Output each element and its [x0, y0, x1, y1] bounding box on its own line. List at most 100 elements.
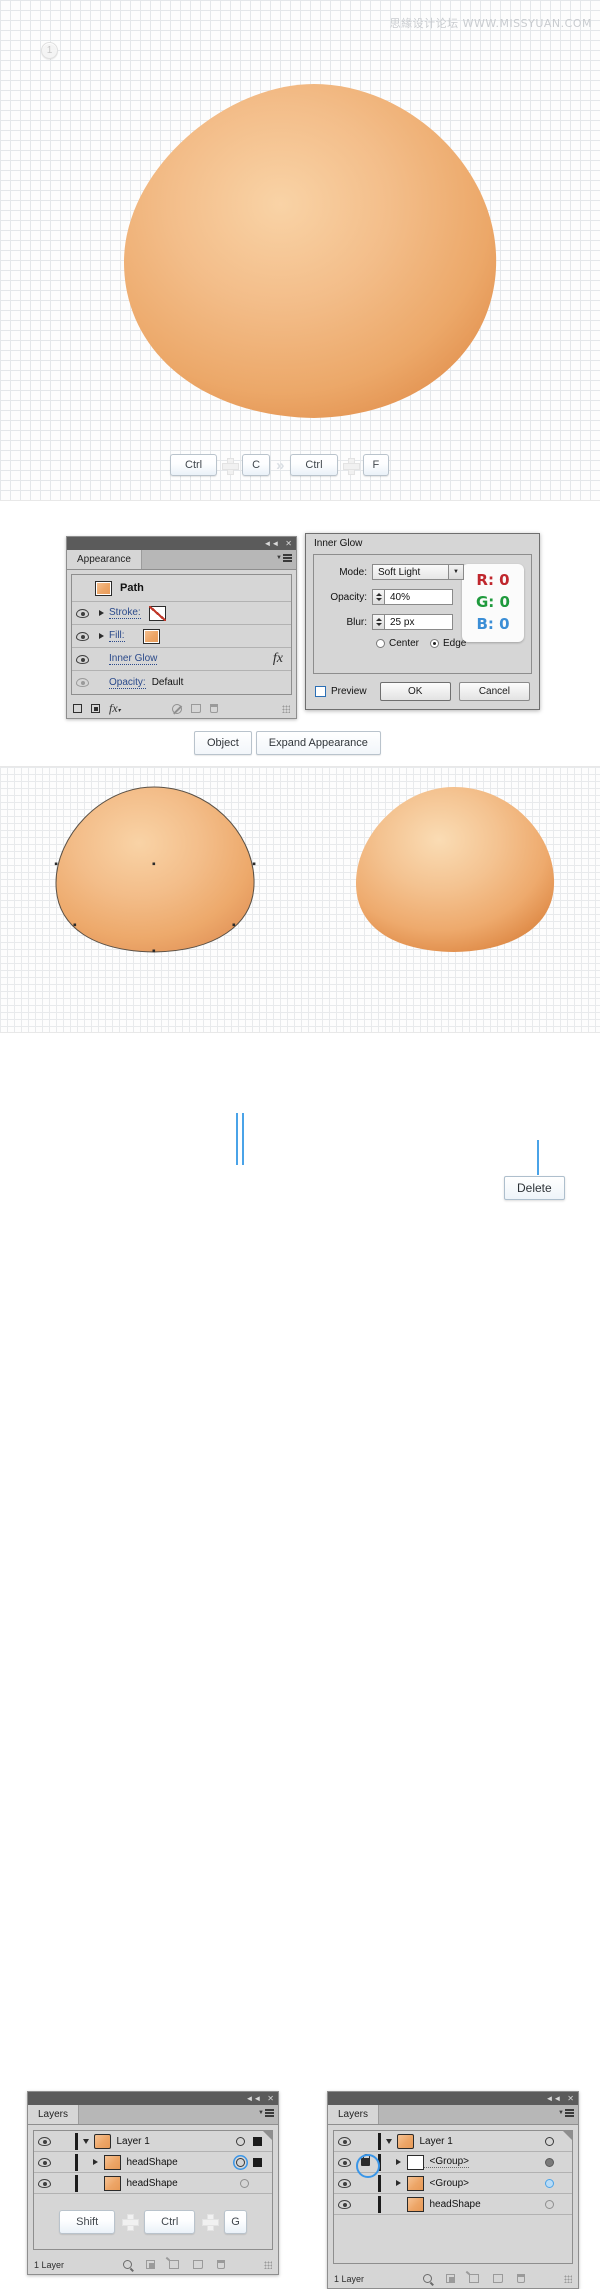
- layer-name[interactable]: Layer 1: [414, 2136, 453, 2147]
- new-layer-icon[interactable]: [493, 2274, 504, 2283]
- delete-tooltip-button[interactable]: Delete: [504, 1176, 565, 1200]
- menu-expand-appearance-button[interactable]: Expand Appearance: [255, 731, 381, 755]
- target-indicator[interactable]: [540, 2157, 558, 2167]
- visibility-toggle[interactable]: [334, 2178, 355, 2188]
- new-layer-icon[interactable]: [193, 2260, 204, 2269]
- key-g[interactable]: G: [224, 2209, 247, 2234]
- layer-name[interactable]: headShape: [424, 2199, 481, 2210]
- ok-button[interactable]: OK: [379, 682, 451, 701]
- stroke-swatch-none[interactable]: [148, 605, 166, 621]
- layer-row[interactable]: headShape: [34, 2173, 272, 2194]
- layer-name[interactable]: headShape: [121, 2178, 178, 2189]
- tab-appearance[interactable]: Appearance: [67, 550, 142, 569]
- resize-grip-icon[interactable]: [264, 2260, 272, 2269]
- layer-name[interactable]: <Group>: [424, 2178, 469, 2189]
- layer-name[interactable]: <Group>: [423, 2156, 469, 2168]
- menu-object-button[interactable]: Object: [194, 731, 252, 755]
- appearance-row-fill[interactable]: Fill:: [72, 625, 291, 648]
- collapse-double-arrow-icon[interactable]: ◄◄: [263, 539, 279, 548]
- preview-checkbox[interactable]: Preview: [315, 686, 367, 697]
- add-effect-fx-icon[interactable]: fx▾: [109, 701, 121, 716]
- appearance-row-label[interactable]: Opacity:: [109, 677, 146, 689]
- visibility-toggle[interactable]: [34, 2178, 55, 2188]
- target-indicator[interactable]: [540, 2178, 558, 2188]
- opacity-input[interactable]: 40%: [385, 589, 453, 605]
- close-icon[interactable]: ✕: [267, 2094, 274, 2103]
- key-shift[interactable]: Shift: [59, 2209, 116, 2234]
- layer-name[interactable]: Layer 1: [111, 2136, 150, 2147]
- visibility-toggle[interactable]: [72, 654, 93, 664]
- radio-center[interactable]: Center: [376, 638, 419, 649]
- collapse-double-arrow-icon[interactable]: ◄◄: [545, 2094, 561, 2103]
- panel-menu-button[interactable]: ▼: [276, 554, 292, 562]
- layer-row[interactable]: headShape: [34, 2152, 272, 2173]
- expand-arrow[interactable]: [88, 2159, 104, 2165]
- close-icon[interactable]: ✕: [285, 539, 292, 548]
- visibility-toggle[interactable]: [34, 2157, 55, 2167]
- target-indicator[interactable]: [231, 2157, 249, 2167]
- fx-icon[interactable]: fx: [273, 651, 291, 667]
- key-ctrl-2[interactable]: Ctrl: [290, 454, 338, 476]
- appearance-row-inner-glow[interactable]: Inner Glow fx: [72, 648, 291, 671]
- add-new-stroke-icon[interactable]: [73, 704, 82, 713]
- target-indicator[interactable]: [235, 2178, 253, 2188]
- duplicate-item-icon[interactable]: [190, 704, 201, 713]
- key-c[interactable]: C: [242, 454, 271, 476]
- collapse-double-arrow-icon[interactable]: ◄◄: [245, 2094, 261, 2103]
- visibility-toggle[interactable]: [334, 2199, 355, 2209]
- tab-layers[interactable]: Layers: [328, 2105, 380, 2124]
- appearance-row-label[interactable]: Stroke:: [109, 607, 141, 619]
- key-ctrl-3[interactable]: Ctrl: [144, 2209, 196, 2234]
- appearance-row-label[interactable]: Inner Glow: [109, 653, 158, 665]
- trash-icon[interactable]: [217, 2260, 226, 2269]
- layer-row[interactable]: Layer 1: [334, 2131, 572, 2152]
- locate-object-icon[interactable]: [423, 2274, 433, 2283]
- cancel-button[interactable]: Cancel: [458, 682, 530, 701]
- visibility-toggle[interactable]: [72, 608, 93, 618]
- visibility-toggle[interactable]: [34, 2136, 55, 2146]
- layer-row[interactable]: <Group>: [334, 2173, 572, 2194]
- blur-stepper[interactable]: [372, 614, 385, 630]
- resize-grip-icon[interactable]: [282, 704, 290, 713]
- lock-toggle[interactable]: [355, 2154, 380, 2178]
- expand-arrow[interactable]: [93, 633, 109, 639]
- layer-row[interactable]: Layer 1: [34, 2131, 272, 2152]
- visibility-toggle[interactable]: [72, 678, 93, 687]
- resize-grip-icon[interactable]: [564, 2274, 572, 2283]
- tab-layers[interactable]: Layers: [28, 2105, 80, 2124]
- appearance-row-stroke[interactable]: Stroke:: [72, 602, 291, 625]
- expand-arrow[interactable]: [93, 610, 109, 616]
- layer-name[interactable]: headShape: [121, 2157, 178, 2168]
- trash-icon[interactable]: [209, 704, 218, 713]
- make-clipping-mask-icon[interactable]: [146, 2260, 156, 2269]
- visibility-toggle[interactable]: [72, 631, 93, 641]
- target-indicator[interactable]: [540, 2136, 558, 2146]
- release-mask-icon[interactable]: [169, 2260, 180, 2269]
- make-clipping-mask-icon[interactable]: [446, 2274, 456, 2283]
- appearance-row-opacity[interactable]: Opacity: Default: [72, 671, 291, 694]
- layer-row[interactable]: headShape: [334, 2194, 572, 2215]
- expand-arrow[interactable]: [381, 2138, 397, 2144]
- release-mask-icon[interactable]: [469, 2274, 480, 2283]
- mode-select[interactable]: Soft Light ▼: [372, 564, 464, 580]
- radio-edge[interactable]: Edge: [430, 638, 466, 649]
- visibility-toggle[interactable]: [334, 2157, 355, 2167]
- clear-appearance-icon[interactable]: [171, 703, 182, 714]
- expand-arrow[interactable]: [78, 2138, 94, 2144]
- close-icon[interactable]: ✕: [567, 2094, 574, 2103]
- blur-input[interactable]: 25 px: [385, 614, 453, 630]
- expand-arrow[interactable]: [391, 2180, 407, 2186]
- target-indicator[interactable]: [540, 2199, 558, 2209]
- fill-swatch-orange[interactable]: [142, 628, 160, 644]
- appearance-row-path[interactable]: Path: [72, 575, 291, 602]
- visibility-toggle[interactable]: [334, 2136, 355, 2146]
- target-indicator[interactable]: [231, 2136, 249, 2146]
- key-ctrl-1[interactable]: Ctrl: [170, 454, 218, 476]
- appearance-row-label[interactable]: Fill:: [109, 630, 125, 642]
- trash-icon[interactable]: [517, 2274, 526, 2283]
- locate-object-icon[interactable]: [123, 2260, 133, 2269]
- opacity-stepper[interactable]: [372, 589, 385, 605]
- layer-row[interactable]: <Group>: [334, 2152, 572, 2178]
- key-f[interactable]: F: [362, 454, 390, 476]
- add-new-fill-icon[interactable]: [91, 704, 100, 713]
